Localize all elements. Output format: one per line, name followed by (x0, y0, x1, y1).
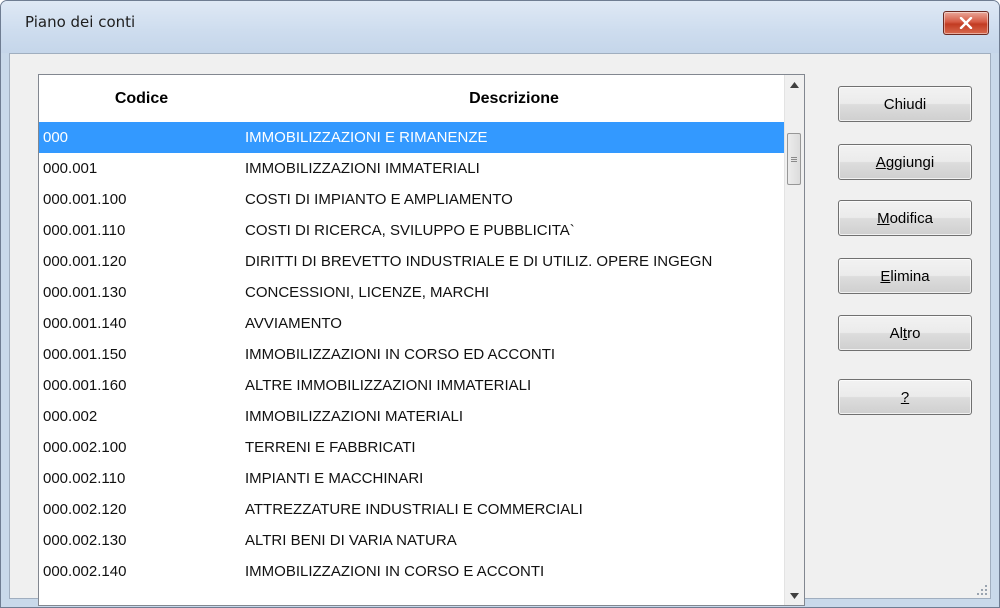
column-header-descrizione[interactable]: Descrizione (244, 75, 784, 122)
cell-descrizione: ALTRE IMMOBILIZZAZIONI IMMATERIALI (245, 377, 532, 394)
chiudi-label: Chiudi (883, 95, 927, 113)
table-row[interactable]: 000.002.130 ALTRI BENI DI VARIA NATURA (39, 525, 784, 556)
cell-descrizione: TERRENI E FABBRICATI (245, 439, 416, 456)
elimina-button[interactable]: Elimina (838, 258, 972, 294)
arrow-down-icon (790, 592, 799, 599)
table-row[interactable]: 000.001.150 IMMOBILIZZAZIONI IN CORSO ED … (39, 339, 784, 370)
table-row[interactable]: 000.001.160 ALTRE IMMOBILIZZAZIONI IMMATE… (39, 370, 784, 401)
title-bar[interactable]: Piano dei conti (1, 1, 999, 53)
vertical-scrollbar[interactable] (784, 75, 804, 605)
cell-descrizione: DIRITTI DI BREVETTO INDUSTRIALE E DI UTI… (245, 253, 713, 270)
table-row[interactable]: 000.001.140 AVVIAMENTO (39, 308, 784, 339)
cell-codice: 000.001.160 (43, 377, 127, 394)
cell-codice: 000.001.110 (43, 222, 126, 239)
aggiungi-mnemonic: A (875, 153, 886, 171)
list-header: Codice Descrizione (39, 75, 784, 122)
chiudi-button[interactable]: Chiudi (838, 86, 972, 122)
table-row[interactable]: 000.001.110 COSTI DI RICERCA, SVILUPPO E … (39, 215, 784, 246)
cell-codice: 000.001.140 (43, 315, 127, 332)
cell-descrizione: COSTI DI IMPIANTO E AMPLIAMENTO (245, 191, 513, 208)
modifica-label: odifica (889, 209, 933, 227)
table-row[interactable]: 000.002.120 ATTREZZATURE INDUSTRIALI E CO… (39, 494, 784, 525)
dialog-client-area: Codice Descrizione 000 IMMOBILIZZAZIONI E… (9, 53, 991, 606)
resize-grip-icon[interactable] (976, 584, 988, 596)
cell-descrizione: IMMOBILIZZAZIONI IMMATERIALI (245, 160, 480, 177)
cell-codice: 000.002.110 (43, 470, 126, 487)
close-button[interactable] (943, 11, 989, 35)
arrow-up-icon (790, 81, 799, 88)
cell-codice: 000.002.100 (43, 439, 127, 456)
elimina-label: limina (890, 267, 930, 285)
table-row[interactable]: 000 IMMOBILIZZAZIONI E RIMANENZE (39, 122, 784, 153)
aggiungi-label: ggiungi (885, 153, 935, 171)
table-row[interactable]: 000.002.100 TERRENI E FABBRICATI (39, 432, 784, 463)
cell-codice: 000.002.140 (43, 563, 127, 580)
cell-descrizione: IMMOBILIZZAZIONI MATERIALI (245, 408, 464, 425)
accounts-list[interactable]: Codice Descrizione 000 IMMOBILIZZAZIONI E… (38, 74, 805, 606)
cell-codice: 000.002 (43, 408, 98, 425)
cell-descrizione: IMMOBILIZZAZIONI IN CORSO ED ACCONTI (245, 346, 556, 363)
scroll-up-button[interactable] (785, 75, 804, 94)
close-icon (959, 17, 973, 29)
cell-descrizione: IMMOBILIZZAZIONI E RIMANENZE (245, 129, 488, 146)
altro-label-post: ro (907, 324, 921, 342)
window-title: Piano dei conti (25, 13, 136, 31)
table-row[interactable]: 000.001.100 COSTI DI IMPIANTO E AMPLIAMEN… (39, 184, 784, 215)
cell-descrizione: AVVIAMENTO (245, 315, 342, 332)
cell-descrizione: IMMOBILIZZAZIONI IN CORSO E ACCONTI (245, 563, 545, 580)
altro-button[interactable]: Al t ro (838, 315, 972, 351)
list-rows: 000 IMMOBILIZZAZIONI E RIMANENZE 000.001 IM… (39, 122, 784, 587)
cell-descrizione: IMPIANTI E MACCHINARI (245, 470, 424, 487)
cell-codice: 000.002.120 (43, 501, 127, 518)
table-row[interactable]: 000.002 IMMOBILIZZAZIONI MATERIALI (39, 401, 784, 432)
grip-icon (791, 156, 797, 162)
scroll-down-button[interactable] (785, 586, 804, 605)
table-row[interactable]: 000.001.120 DIRITTI DI BREVETTO INDUSTRIA… (39, 246, 784, 277)
column-header-codice[interactable]: Codice (39, 75, 244, 122)
scrollbar-thumb[interactable] (787, 133, 801, 185)
dialog-window: Piano dei conti Codice Descrizione 000 IM… (0, 0, 1000, 608)
cell-descrizione: ATTREZZATURE INDUSTRIALI E COMMERCIALI (245, 501, 583, 518)
modifica-button[interactable]: Modifica (838, 200, 972, 236)
cell-codice: 000.001.120 (43, 253, 127, 270)
aggiungi-button[interactable]: Aggiungi (838, 144, 972, 180)
cell-codice: 000.002.130 (43, 532, 127, 549)
cell-codice: 000.001.150 (43, 346, 127, 363)
cell-codice: 000.001 (43, 160, 98, 177)
table-row[interactable]: 000.002.140 IMMOBILIZZAZIONI IN CORSO E A… (39, 556, 784, 587)
modifica-mnemonic: M (877, 209, 890, 227)
help-mnemonic: ? (900, 388, 910, 406)
cell-descrizione: COSTI DI RICERCA, SVILUPPO E PUBBLICITA` (245, 222, 575, 239)
cell-descrizione: CONCESSIONI, LICENZE, MARCHI (245, 284, 490, 301)
table-row[interactable]: 000.001 IMMOBILIZZAZIONI IMMATERIALI (39, 153, 784, 184)
cell-descrizione: ALTRI BENI DI VARIA NATURA (245, 532, 457, 549)
table-row[interactable]: 000.002.110 IMPIANTI E MACCHINARI (39, 463, 784, 494)
cell-codice: 000.001.130 (43, 284, 127, 301)
elimina-mnemonic: E (880, 267, 891, 285)
cell-codice: 000.001.100 (43, 191, 127, 208)
altro-label-pre: Al (889, 324, 903, 342)
help-button[interactable]: ? (838, 379, 972, 415)
table-row[interactable]: 000.001.130 CONCESSIONI, LICENZE, MARCHI (39, 277, 784, 308)
cell-codice: 000 (43, 129, 69, 146)
